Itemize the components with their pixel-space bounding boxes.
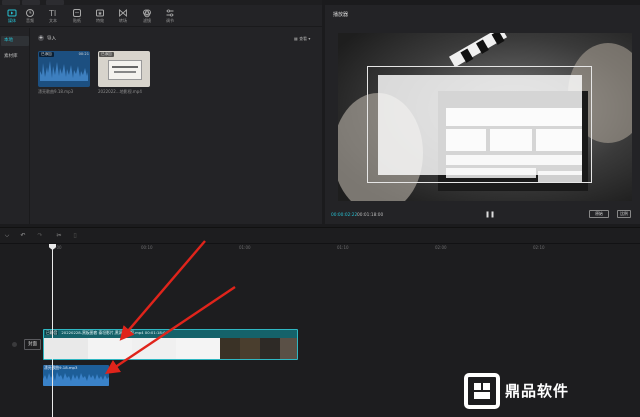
- sidebar-item-library[interactable]: 素材库: [1, 52, 29, 62]
- time-ruler[interactable]: 00:00 00:10 01:00 01:10 02:00 02:10: [0, 244, 640, 254]
- clip-thumbnail: [132, 338, 176, 359]
- clip-thumbnail: [280, 338, 297, 359]
- player-title: 播放器: [333, 12, 349, 18]
- ruler-tick: 01:10: [337, 245, 349, 250]
- watermark-text: 鼎品软件: [505, 382, 570, 400]
- thumbnail-text-line: [112, 66, 138, 68]
- ruler-tick: 00:10: [141, 245, 153, 250]
- player-panel: 播放器 00:00:02:22 00:01:18:00 ❚❚ 原始 比例: [325, 5, 640, 224]
- thumbnail-text-line: [114, 71, 136, 73]
- tab-effects[interactable]: 特效: [90, 7, 110, 25]
- cover-button[interactable]: 封面: [24, 339, 41, 350]
- transition-icon: [119, 9, 127, 17]
- split-icon[interactable]: ✂: [54, 231, 64, 241]
- clip-thumbnail: [260, 338, 280, 359]
- tab-media[interactable]: 媒体: [2, 7, 22, 25]
- svg-text:TI: TI: [48, 9, 56, 18]
- undo-icon[interactable]: ↶: [18, 231, 28, 241]
- media-icon: [7, 9, 17, 17]
- redo-icon[interactable]: ↷: [35, 231, 45, 241]
- tab-sticker[interactable]: 贴纸: [67, 7, 87, 25]
- ratio-button[interactable]: 比例: [617, 210, 631, 218]
- media-panel: 媒体 音频 TI 文本 贴纸 特效 转场 滤镜 调节 本地 素材库 + 导入 ▦…: [0, 5, 322, 224]
- clip-thumbnail: [44, 338, 88, 359]
- clip-title: 20220228-黑板图套 泰坦影片,黑洞是影视.mp4 00:01:18:00: [61, 330, 168, 335]
- import-label: 导入: [47, 36, 56, 42]
- ruler-tick: 01:00: [239, 245, 251, 250]
- media-card-name: 漂亮歌曲9.18.mp3: [38, 89, 74, 94]
- duration-label: 00:21: [78, 52, 89, 56]
- sidebar-item-local[interactable]: 本地: [1, 36, 29, 46]
- tab-text[interactable]: TI 文本: [43, 7, 63, 25]
- import-button[interactable]: + 导入: [38, 35, 56, 43]
- video-preview[interactable]: [338, 33, 632, 201]
- tab-label: 贴纸: [73, 18, 81, 23]
- text-icon: TI: [48, 9, 56, 18]
- cursor-tool-icon[interactable]: ⌵: [2, 231, 12, 241]
- filter-icon: [143, 9, 151, 18]
- timeline-toolbar: ⌵ ↶ ↷ ✂ ▯: [0, 228, 640, 244]
- media-toolbar: 媒体 音频 TI 文本 贴纸 特效 转场 滤镜 调节: [0, 5, 322, 27]
- ruler-tick: 02:10: [533, 245, 545, 250]
- current-time: 00:00:02:22: [331, 213, 358, 218]
- tab-label: 文本: [49, 18, 57, 23]
- tab-transition[interactable]: 转场: [113, 7, 133, 25]
- playhead[interactable]: [52, 244, 53, 417]
- sticker-icon: [73, 9, 81, 17]
- clip-thumbnail: [220, 338, 240, 359]
- text-overlay: [378, 75, 582, 175]
- tab-label: 调节: [166, 18, 174, 23]
- added-badge: 已添加: [39, 52, 54, 57]
- chevron-down-icon: ▾: [307, 36, 311, 41]
- adjust-icon: [166, 9, 174, 17]
- tab-adjust[interactable]: 调节: [160, 7, 180, 25]
- tab-label: 滤镜: [143, 18, 151, 23]
- tab-audio[interactable]: 音频: [20, 7, 40, 25]
- media-card-audio[interactable]: 已添加 00:21: [38, 51, 90, 87]
- media-card-video[interactable]: 已添加: [98, 51, 150, 87]
- tab-filter[interactable]: 滤镜: [137, 7, 157, 25]
- sort-label: 查看: [299, 36, 308, 41]
- delete-icon[interactable]: ▯: [70, 231, 80, 241]
- video-clip[interactable]: 已静音20220228-黑板图套 泰坦影片,黑洞是影视.mp4 00:01:18…: [43, 329, 298, 360]
- video-thumbnail: [108, 60, 142, 80]
- media-card-name: 2022022...地影视.mp4: [98, 89, 142, 94]
- track-toggle-icon[interactable]: [12, 342, 17, 347]
- pause-icon[interactable]: ❚❚: [485, 211, 495, 219]
- plus-icon: +: [38, 35, 44, 41]
- original-button[interactable]: 原始: [589, 210, 609, 218]
- clip-thumbnail: [240, 338, 260, 359]
- clip-thumbnail: [176, 338, 220, 359]
- audio-icon: [26, 9, 34, 17]
- added-badge: 已添加: [99, 52, 114, 57]
- total-time: 00:01:18:00: [357, 213, 384, 218]
- tab-label: 媒体: [8, 18, 16, 23]
- watermark-logo: [464, 373, 500, 409]
- text-overlay-bounding-box[interactable]: [367, 66, 592, 183]
- media-sidebar: 本地 素材库: [0, 28, 30, 224]
- clip-thumbnail: [88, 338, 132, 359]
- tab-label: 转场: [119, 18, 127, 23]
- sort-dropdown[interactable]: ▦ 查看 ▾: [294, 36, 310, 42]
- ruler-tick: 02:00: [435, 245, 447, 250]
- effects-icon: [96, 9, 104, 17]
- tab-label: 特效: [96, 18, 104, 23]
- clip-header: 已静音20220228-黑板图套 泰坦影片,黑洞是影视.mp4 00:01:18…: [45, 330, 168, 336]
- tab-label: 音频: [26, 18, 34, 23]
